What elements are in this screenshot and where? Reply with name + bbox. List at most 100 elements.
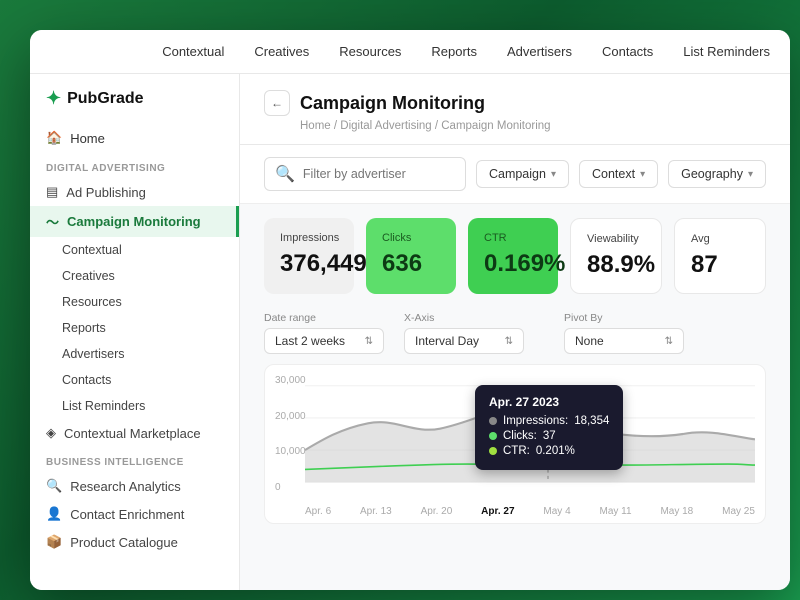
nav-list-reminders[interactable]: List Reminders — [683, 44, 770, 59]
tooltip-ctr-value: 0.201% — [536, 445, 575, 457]
sidebar-item-label: Contact Enrichment — [70, 507, 184, 522]
logo: ✦ PubGrade — [30, 88, 239, 123]
ctr-label: CTR — [484, 232, 542, 244]
pivotby-label: Pivot By — [564, 312, 684, 324]
xaxis-select[interactable]: Interval Day ⇅ — [404, 328, 524, 354]
top-nav: Contextual Creatives Resources Reports A… — [30, 30, 790, 74]
sidebar-item-contextual[interactable]: Contextual — [30, 237, 239, 263]
clicks-value: 636 — [382, 250, 440, 278]
sidebar-item-product-catalogue[interactable]: 📦 Product Catalogue — [30, 528, 239, 556]
metrics-row: Impressions 376,449 Clicks 636 CTR 0.169… — [240, 204, 790, 308]
xaxis-group: X-Axis Interval Day ⇅ — [404, 312, 524, 354]
clicks-card: Clicks 636 — [366, 218, 456, 294]
contact-enrichment-icon: 👤 — [46, 506, 62, 522]
back-button[interactable]: ← — [264, 90, 290, 116]
ctr-dot — [489, 447, 497, 455]
nav-reports[interactable]: Reports — [431, 44, 477, 59]
x-label-may4: May 4 — [543, 506, 570, 517]
x-label-apr20: Apr. 20 — [421, 506, 453, 517]
sidebar-item-contextual-marketplace[interactable]: ◈ Contextual Marketplace — [30, 419, 239, 447]
pivotby-select[interactable]: None ⇅ — [564, 328, 684, 354]
header-top: ← Campaign Monitoring — [264, 90, 766, 116]
viewability-label: Viewability — [587, 233, 645, 245]
tooltip-impressions-value: 18,354 — [574, 415, 609, 427]
sidebar-item-label: Creatives — [62, 269, 115, 283]
chevron-down-icon: ⇅ — [665, 336, 673, 347]
avg-card: Avg 87 — [674, 218, 766, 294]
chart-area: 30,000 20,000 10,000 0 — [264, 364, 766, 524]
date-range-group: Date range Last 2 weeks ⇅ — [264, 312, 384, 354]
chart-controls: Date range Last 2 weeks ⇅ X-Axis Interva… — [240, 308, 790, 364]
x-axis: Apr. 6 Apr. 13 Apr. 20 Apr. 27 May 4 May… — [305, 506, 755, 517]
nav-contacts[interactable]: Contacts — [602, 44, 653, 59]
sidebar-item-label: Contacts — [62, 373, 111, 387]
content-area: ← Campaign Monitoring Home / Digital Adv… — [240, 74, 790, 590]
chevron-down-icon: ⇅ — [505, 336, 513, 347]
x-label-may11: May 11 — [600, 506, 632, 517]
sidebar-item-label: Resources — [62, 295, 122, 309]
chevron-down-icon: ▾ — [551, 169, 556, 180]
impressions-card: Impressions 376,449 — [264, 218, 354, 294]
filter-row: 🔍 Campaign ▾ Context ▾ Geography ▾ — [240, 145, 790, 204]
research-analytics-icon: 🔍 — [46, 478, 62, 494]
sidebar-item-ad-publishing[interactable]: ▤ Ad Publishing — [30, 178, 239, 206]
sidebar-item-contact-enrichment[interactable]: 👤 Contact Enrichment — [30, 500, 239, 528]
sidebar-item-campaign-monitoring[interactable]: 〜 Campaign Monitoring — [30, 206, 239, 237]
y-label-0: 0 — [275, 482, 306, 493]
home-label: Home — [70, 131, 105, 146]
filter-search-box[interactable]: 🔍 — [264, 157, 466, 191]
viewability-value: 88.9% — [587, 251, 645, 279]
sidebar-item-label: Ad Publishing — [66, 185, 146, 200]
y-label-20k: 20,000 — [275, 411, 306, 422]
sidebar-item-contacts[interactable]: Contacts — [30, 367, 239, 393]
clicks-label: Clicks — [382, 232, 440, 244]
nav-contextual[interactable]: Contextual — [162, 44, 224, 59]
home-icon: 🏠 — [46, 130, 62, 146]
nav-advertisers[interactable]: Advertisers — [507, 44, 572, 59]
sidebar-section-digital: Digital Advertising — [30, 153, 239, 178]
avg-label: Avg — [691, 233, 749, 245]
sidebar-item-label: Contextual — [62, 243, 122, 257]
nav-resources[interactable]: Resources — [339, 44, 401, 59]
geography-filter-label: Geography — [681, 167, 743, 181]
sidebar-item-label: Contextual Marketplace — [64, 426, 201, 441]
sidebar-item-list-reminders[interactable]: List Reminders — [30, 393, 239, 419]
context-filter-button[interactable]: Context ▾ — [579, 160, 658, 188]
sidebar-item-reports[interactable]: Reports — [30, 315, 239, 341]
search-input[interactable] — [303, 167, 455, 181]
chevron-down-icon: ▾ — [640, 169, 645, 180]
viewability-card: Viewability 88.9% — [570, 218, 662, 294]
nav-creatives[interactable]: Creatives — [254, 44, 309, 59]
x-label-apr13: Apr. 13 — [360, 506, 392, 517]
sidebar-home[interactable]: 🏠 Home — [30, 123, 239, 153]
y-label-10k: 10,000 — [275, 446, 306, 457]
x-label-apr27: Apr. 27 — [481, 506, 514, 517]
sidebar-item-label: Product Catalogue — [70, 535, 178, 550]
tooltip-impressions-row: Impressions: 18,354 — [489, 415, 609, 427]
date-range-value: Last 2 weeks — [275, 334, 345, 348]
sidebar-section-bi: Business Intelligence — [30, 447, 239, 472]
product-catalogue-icon: 📦 — [46, 534, 62, 550]
logo-title: PubGrade — [67, 90, 143, 108]
sidebar: ✦ PubGrade 🏠 Home Digital Advertising ▤ … — [30, 74, 240, 590]
campaign-monitoring-icon: 〜 — [46, 212, 59, 231]
xaxis-label: X-Axis — [404, 312, 524, 324]
impressions-dot — [489, 417, 497, 425]
breadcrumb: Home / Digital Advertising / Campaign Mo… — [264, 120, 766, 132]
chevron-down-icon: ⇅ — [365, 336, 373, 347]
sidebar-item-creatives[interactable]: Creatives — [30, 263, 239, 289]
sidebar-item-resources[interactable]: Resources — [30, 289, 239, 315]
campaign-filter-button[interactable]: Campaign ▾ — [476, 160, 569, 188]
sidebar-item-research-analytics[interactable]: 🔍 Research Analytics — [30, 472, 239, 500]
ctr-card: CTR 0.169% — [468, 218, 558, 294]
date-range-label: Date range — [264, 312, 384, 324]
geography-filter-button[interactable]: Geography ▾ — [668, 160, 766, 188]
y-axis: 30,000 20,000 10,000 0 — [275, 375, 306, 493]
sidebar-item-label: Research Analytics — [70, 479, 181, 494]
pivotby-group: Pivot By None ⇅ — [564, 312, 684, 354]
x-label-may18: May 18 — [660, 506, 693, 517]
avg-value: 87 — [691, 251, 749, 279]
date-range-select[interactable]: Last 2 weeks ⇅ — [264, 328, 384, 354]
sidebar-item-advertisers[interactable]: Advertisers — [30, 341, 239, 367]
pivotby-value: None — [575, 334, 604, 348]
